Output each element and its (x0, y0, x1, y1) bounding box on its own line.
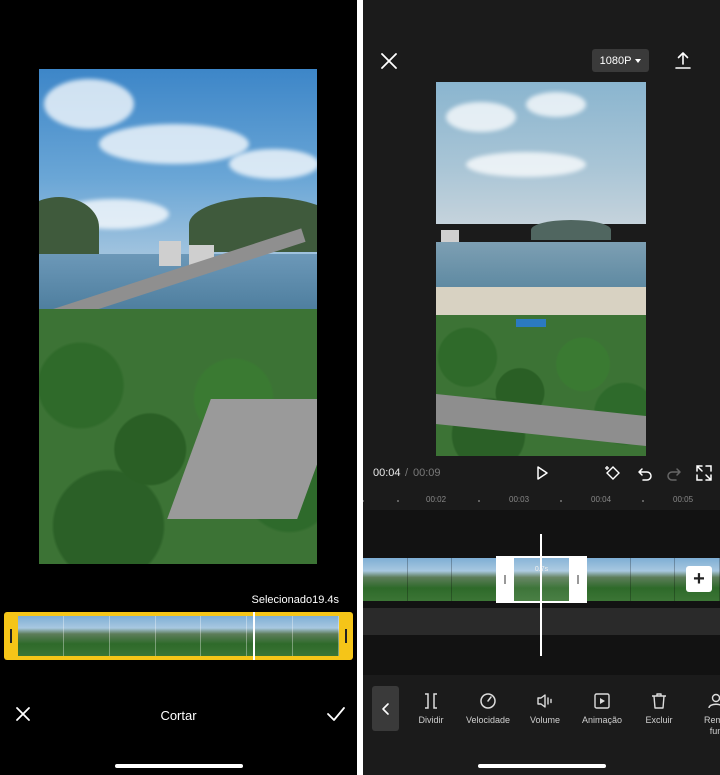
tool-label: Velocidade (465, 715, 511, 725)
thumbnail (155, 616, 202, 656)
selected-duration-label: Selecionado19.4s (251, 594, 339, 606)
thumbnail-strip (18, 616, 339, 656)
trash-icon (652, 693, 666, 709)
back-button[interactable] (372, 686, 399, 731)
thumbnail (201, 616, 248, 656)
trim-handle-left[interactable] (4, 612, 18, 660)
trim-screen: Selecionado19.4s Cortar (0, 0, 357, 775)
redo-icon[interactable] (664, 463, 684, 483)
tool-label: Volume (529, 715, 561, 725)
volume-icon (537, 694, 552, 708)
speed-icon (480, 693, 496, 709)
thumbnail (586, 558, 631, 601)
play-icon[interactable] (532, 463, 552, 483)
ruler-label: 00:05 (673, 495, 694, 504)
thumbnail (109, 616, 156, 656)
tool-label: Animação (581, 715, 623, 725)
delete-button[interactable]: Excluir (629, 691, 689, 725)
page-title: Cortar (160, 708, 197, 723)
split-icon (425, 693, 437, 709)
remove-background-button[interactable]: Remo fun (686, 691, 720, 737)
editor-screen: 1080P 00:04 / 00:09 00:02 00:03 00:04 00… (363, 0, 720, 775)
trim-bar[interactable] (4, 612, 353, 660)
export-icon[interactable] (672, 50, 694, 72)
video-preview (39, 69, 317, 564)
thumbnail (630, 558, 676, 601)
keyframe-icon[interactable] (603, 463, 623, 483)
checkmark-icon[interactable] (325, 703, 347, 725)
ruler-label: 00:02 (426, 495, 447, 504)
resolution-label: 1080P (599, 54, 632, 67)
thumbnail (63, 616, 110, 656)
time-separator: / (405, 467, 409, 479)
ruler-label: 00:04 (591, 495, 612, 504)
video-preview (436, 82, 646, 456)
ruler-label: 00:03 (509, 495, 530, 504)
home-indicator (115, 764, 243, 768)
add-clip-button[interactable]: + (686, 566, 712, 592)
current-time: 00:04 (373, 467, 401, 479)
chevron-left-icon (381, 702, 389, 715)
resolution-button[interactable]: 1080P (592, 49, 649, 72)
timeline-playhead (540, 534, 542, 656)
person-icon (708, 693, 720, 709)
close-icon[interactable] (378, 50, 400, 72)
speed-button[interactable]: Velocidade (458, 691, 518, 725)
thumbnail (18, 616, 64, 656)
tool-label: Remo fun (703, 715, 720, 736)
tool-label: Dividir (418, 715, 444, 725)
trim-playhead[interactable] (253, 612, 255, 660)
volume-button[interactable]: Volume (515, 691, 575, 725)
clip-handle-left[interactable] (496, 556, 514, 603)
split-button[interactable]: Dividir (401, 691, 461, 725)
animation-icon (594, 693, 610, 709)
animation-button[interactable]: Animação (572, 691, 632, 725)
thumbnail (363, 558, 408, 601)
total-time: 00:09 (413, 467, 441, 479)
home-indicator (478, 764, 606, 768)
clip-handle-right[interactable] (569, 556, 587, 603)
thumbnail (407, 558, 453, 601)
caret-down-icon (635, 58, 642, 63)
tool-label: Excluir (645, 715, 673, 725)
thumbnail (452, 558, 497, 601)
time-ruler: 00:02 00:03 00:04 00:05 (363, 490, 720, 510)
fullscreen-icon[interactable] (694, 463, 714, 483)
edit-toolbar: Dividir Velocidade Volume Animação Exclu… (363, 675, 720, 750)
thumbnail (293, 616, 339, 656)
undo-icon[interactable] (635, 463, 655, 483)
trim-handle-right[interactable] (339, 612, 353, 660)
